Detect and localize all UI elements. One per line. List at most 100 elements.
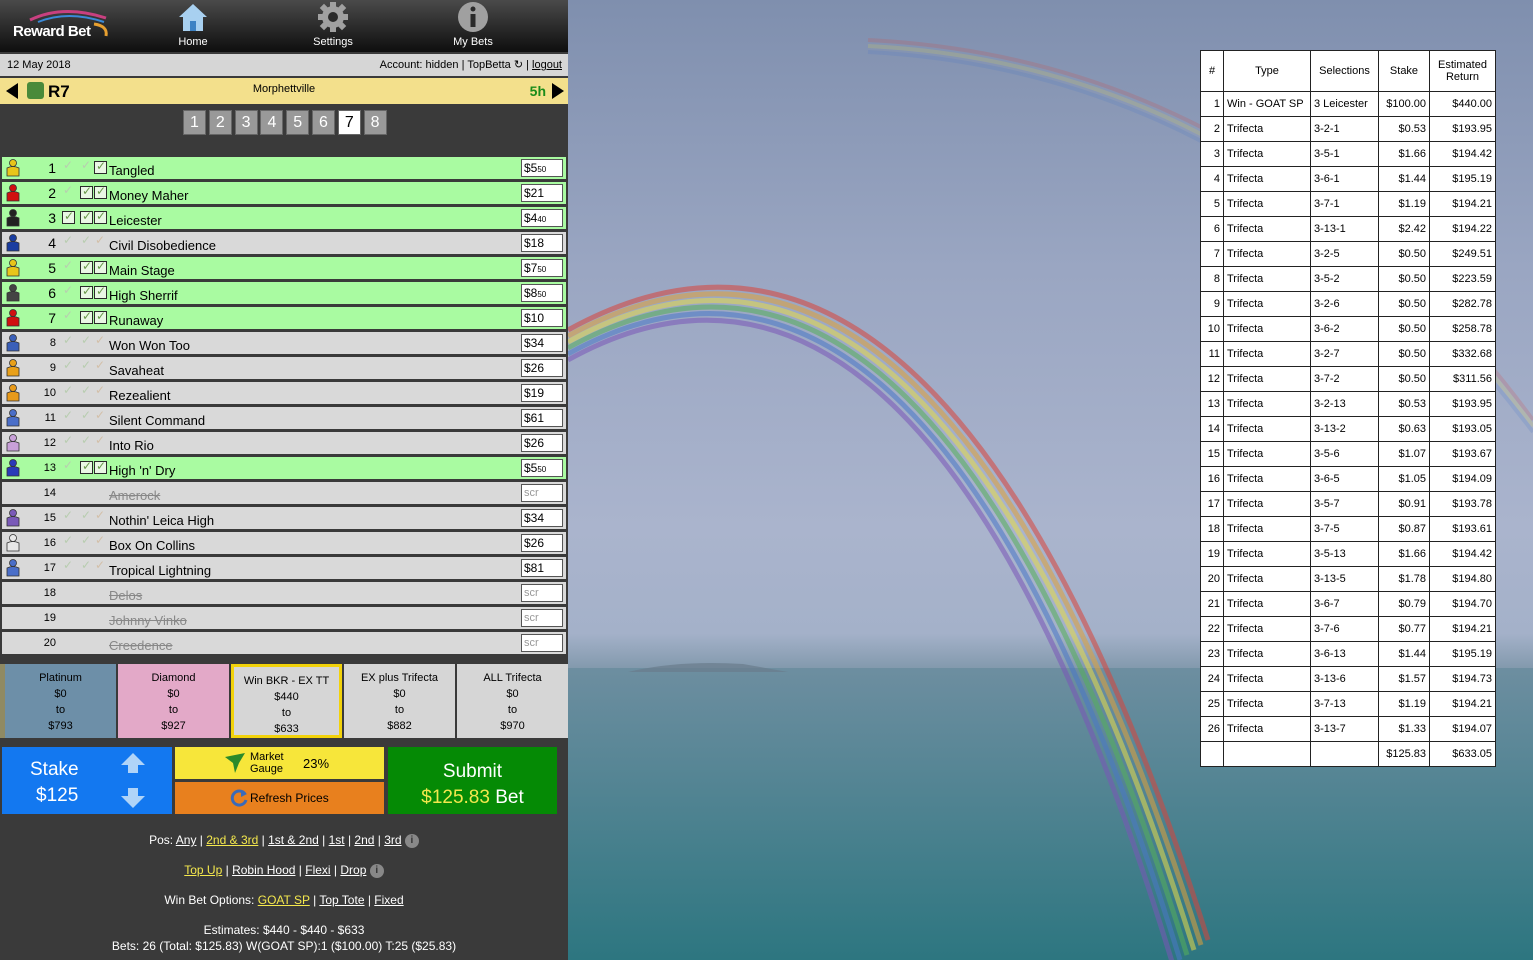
position-3-checkbox[interactable]: ✓ xyxy=(94,159,107,174)
runner-price[interactable]: $26 xyxy=(521,434,563,452)
runner-price[interactable]: $550 xyxy=(521,159,563,177)
runner-row[interactable]: 8 ✓ ✓ ✓ Won Won Too $34 xyxy=(2,332,566,354)
option-link-top-up[interactable]: Top Up xyxy=(184,863,222,877)
logout-link[interactable]: logout xyxy=(532,59,562,71)
position-1-checkbox[interactable]: ✓ xyxy=(62,209,75,224)
position-3-checkbox[interactable]: ✓ xyxy=(94,433,105,447)
race-tab-1[interactable]: 1 xyxy=(183,110,206,135)
runner-row[interactable]: 12 ✓ ✓ ✓ Into Rio $26 xyxy=(2,432,566,454)
runner-price[interactable]: scr xyxy=(521,609,563,627)
runner-row[interactable]: 18 Delos scr xyxy=(2,582,566,604)
position-3-checkbox[interactable]: ✓ xyxy=(94,533,105,547)
position-1-checkbox[interactable]: ✓ xyxy=(62,358,73,372)
nav-home[interactable]: Home xyxy=(158,0,228,52)
option-link-flexi[interactable]: Flexi xyxy=(305,863,330,877)
position-2-checkbox[interactable]: ✓ xyxy=(80,158,91,172)
runner-price[interactable]: $550 xyxy=(521,459,563,477)
runner-row[interactable]: 20 Creedence scr xyxy=(2,632,566,654)
product-platinum[interactable]: Platinum $0 to $793 xyxy=(5,664,116,738)
next-race-arrow-icon[interactable] xyxy=(552,83,564,99)
runner-price[interactable]: scr xyxy=(521,634,563,652)
position-3-checkbox[interactable]: ✓ xyxy=(94,508,105,522)
reward-bet-logo[interactable]: Reward Bet xyxy=(8,8,118,44)
option-link-2nd[interactable]: 2nd xyxy=(354,833,374,847)
runner-row[interactable]: 17 ✓ ✓ ✓ Tropical Lightning $81 xyxy=(2,557,566,579)
runner-row[interactable]: 7 ✓ ✓ ✓ Runaway $10 xyxy=(2,307,566,329)
position-2-checkbox[interactable]: ✓ xyxy=(80,508,91,522)
option-link-robin-hood[interactable]: Robin Hood xyxy=(232,863,295,877)
runner-row[interactable]: 13 ✓ ✓ ✓ High 'n' Dry $550 xyxy=(2,457,566,479)
position-2-checkbox[interactable]: ✓ xyxy=(80,184,93,199)
position-3-checkbox[interactable]: ✓ xyxy=(94,459,107,474)
position-1-checkbox[interactable]: ✓ xyxy=(62,183,73,197)
position-3-checkbox[interactable]: ✓ xyxy=(94,333,105,347)
position-3-checkbox[interactable]: ✓ xyxy=(94,408,105,422)
nav-settings[interactable]: Settings xyxy=(298,0,368,52)
position-1-checkbox[interactable]: ✓ xyxy=(62,333,73,347)
runner-row[interactable]: 1 ✓ ✓ ✓ Tangled $550 xyxy=(2,157,566,179)
race-tab-3[interactable]: 3 xyxy=(234,110,258,135)
position-1-checkbox[interactable]: ✓ xyxy=(62,283,73,297)
runner-row[interactable]: 15 ✓ ✓ ✓ Nothin' Leica High $34 xyxy=(2,507,566,529)
position-3-checkbox[interactable]: ✓ xyxy=(94,309,107,324)
position-2-checkbox[interactable]: ✓ xyxy=(80,383,91,397)
option-link-top-tote[interactable]: Top Tote xyxy=(319,893,364,907)
product-ex-plus-trifecta[interactable]: EX plus Trifecta $0 to $882 xyxy=(344,664,455,738)
position-2-checkbox[interactable]: ✓ xyxy=(80,358,91,372)
race-tab-6[interactable]: 6 xyxy=(312,110,335,135)
position-2-checkbox[interactable]: ✓ xyxy=(80,209,93,224)
runner-price[interactable]: $750 xyxy=(521,259,563,277)
position-2-checkbox[interactable]: ✓ xyxy=(80,309,93,324)
position-info-icon[interactable]: i xyxy=(404,833,419,848)
option-link-any[interactable]: Any xyxy=(176,833,197,847)
runner-row[interactable]: 2 ✓ ✓ ✓ Money Maher $21 xyxy=(2,182,566,204)
option-link-2nd-3rd[interactable]: 2nd & 3rd xyxy=(206,833,258,847)
position-2-checkbox[interactable]: ✓ xyxy=(80,408,91,422)
product-all-trifecta[interactable]: ALL Trifecta $0 to $970 xyxy=(457,664,568,738)
position-2-checkbox[interactable]: ✓ xyxy=(80,459,93,474)
mode-info-icon[interactable]: i xyxy=(369,863,384,878)
runner-row[interactable]: 11 ✓ ✓ ✓ Silent Command $61 xyxy=(2,407,566,429)
position-1-checkbox[interactable]: ✓ xyxy=(62,558,73,572)
runner-price[interactable]: $850 xyxy=(521,284,563,302)
refresh-account-icon[interactable]: ↻ xyxy=(514,59,523,71)
position-3-checkbox[interactable]: ✓ xyxy=(94,184,107,199)
option-link-1st-2nd[interactable]: 1st & 2nd xyxy=(268,833,319,847)
position-1-checkbox[interactable]: ✓ xyxy=(62,508,73,522)
position-3-checkbox[interactable]: ✓ xyxy=(94,284,107,299)
runner-row[interactable]: 4 ✓ ✓ ✓ Civil Disobedience $18 xyxy=(2,232,566,254)
position-1-checkbox[interactable]: ✓ xyxy=(62,458,73,472)
runner-price[interactable]: $18 xyxy=(521,234,563,252)
stake-button[interactable]: Stake $125 xyxy=(2,747,172,814)
position-3-checkbox[interactable]: ✓ xyxy=(94,233,105,247)
runner-price[interactable]: $34 xyxy=(521,509,563,527)
position-1-checkbox[interactable]: ✓ xyxy=(62,433,73,447)
market-gauge-button[interactable]: Market Gauge 23% xyxy=(175,747,384,779)
position-1-checkbox[interactable]: ✓ xyxy=(62,408,73,422)
product-win-bkr-ex-tt[interactable]: Win BKR - EX TT $440 to $633 xyxy=(231,664,342,738)
option-link-drop[interactable]: Drop xyxy=(340,863,366,877)
race-tab-4[interactable]: 4 xyxy=(260,110,284,135)
runner-row[interactable]: 16 ✓ ✓ ✓ Box On Collins $26 xyxy=(2,532,566,554)
option-link-goat-sp[interactable]: GOAT SP xyxy=(258,893,310,907)
runner-row[interactable]: 10 ✓ ✓ ✓ Rezealient $19 xyxy=(2,382,566,404)
runner-row[interactable]: 3 ✓ ✓ ✓ Leicester $440 xyxy=(2,207,566,229)
option-link-3rd[interactable]: 3rd xyxy=(384,833,401,847)
position-2-checkbox[interactable]: ✓ xyxy=(80,259,93,274)
runner-row[interactable]: 14 Amerock scr xyxy=(2,482,566,504)
position-2-checkbox[interactable]: ✓ xyxy=(80,558,91,572)
stake-increase-arrow-icon[interactable] xyxy=(120,752,146,774)
runner-price[interactable]: scr xyxy=(521,584,563,602)
position-2-checkbox[interactable]: ✓ xyxy=(80,433,91,447)
position-3-checkbox[interactable]: ✓ xyxy=(94,259,107,274)
race-tab-8[interactable]: 8 xyxy=(363,110,387,135)
runner-price[interactable]: $61 xyxy=(521,409,563,427)
runner-price[interactable]: $440 xyxy=(521,209,563,227)
runner-row[interactable]: 9 ✓ ✓ ✓ Savaheat $26 xyxy=(2,357,566,379)
runner-row[interactable]: 5 ✓ ✓ ✓ Main Stage $750 xyxy=(2,257,566,279)
position-1-checkbox[interactable]: ✓ xyxy=(62,233,73,247)
position-1-checkbox[interactable]: ✓ xyxy=(62,533,73,547)
runner-price[interactable]: $10 xyxy=(521,309,563,327)
position-2-checkbox[interactable]: ✓ xyxy=(80,533,91,547)
runner-row[interactable]: 6 ✓ ✓ ✓ High Sherrif $850 xyxy=(2,282,566,304)
